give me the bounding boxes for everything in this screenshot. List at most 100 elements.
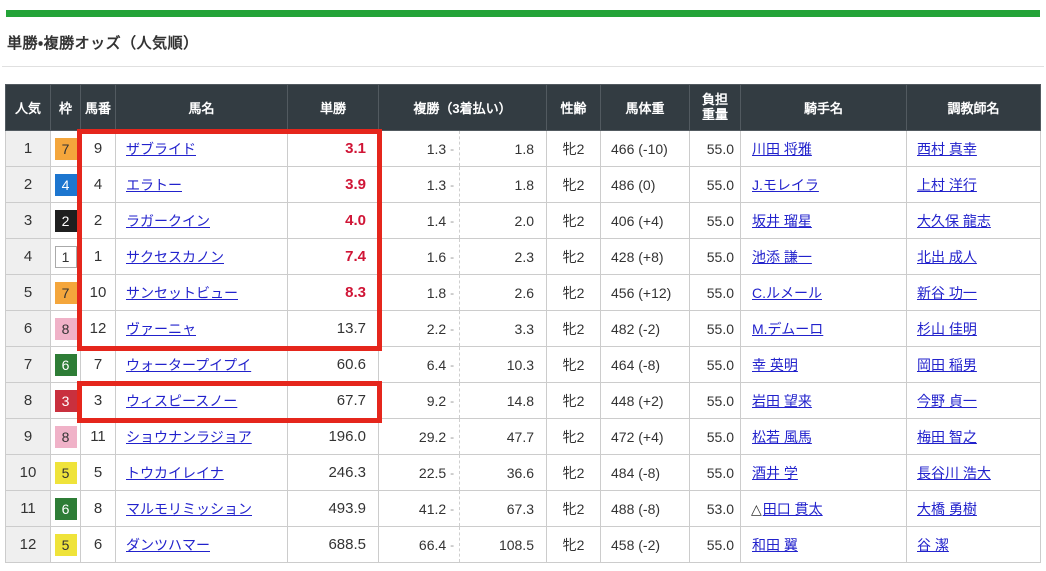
place-odds-dash: - [450,466,454,480]
jockey-cell: 川田 将雅 [741,131,907,167]
horse-name-link[interactable]: トウカイレイナ [126,465,224,481]
place-odds-low: 22.5 [419,465,446,481]
trainer-link[interactable]: 梅田 智之 [917,429,977,445]
horse-name-link[interactable]: サクセスカノン [126,249,224,265]
col-header-weight: 馬体重 [601,85,690,131]
place-odds-cell: 1.4- 2.0 [379,203,547,239]
jockey-link[interactable]: 松若 風馬 [752,429,812,445]
odds-table-body: 1 7 9 ザブライド 3.1 1.3- 1.8 牝2 466 (-10) 55… [6,131,1041,563]
place-odds-dash: - [450,250,454,264]
sex-age-cell: 牝2 [547,527,601,563]
bracket-cell: 5 [51,527,81,563]
trainer-link[interactable]: 大橋 勇樹 [917,501,977,517]
horse-name-link[interactable]: ウィスピースノー [126,393,237,409]
page-title: 単勝・複勝オッズ（人気順） [7,32,1046,53]
place-odds-cell: 1.3- 1.8 [379,131,547,167]
place-odds-high: 2.6 [459,275,546,310]
table-wrap: 人気 枠 馬番 馬名 単勝 複勝（3着払い） 性齢 馬体重 負担 重量 騎手名 … [5,84,1041,563]
trainer-cell: 梅田 智之 [907,419,1041,455]
jockey-link[interactable]: C.ルメール [752,285,822,301]
trainer-cell: 大橋 勇樹 [907,491,1041,527]
place-odds-cell: 41.2- 67.3 [379,491,547,527]
trainer-link[interactable]: 北出 成人 [917,249,977,265]
horse-name-link[interactable]: ウォータープイプイ [126,357,251,373]
win-odds-cell: 688.5 [288,527,379,563]
win-odds-value: 7.4 [345,248,366,265]
trainer-link[interactable]: 新谷 功一 [917,285,977,301]
impost-cell: 55.0 [690,275,741,311]
sex-age-cell: 牝2 [547,419,601,455]
win-odds-value: 13.7 [337,320,366,337]
trainer-cell: 新谷 功一 [907,275,1041,311]
horse-weight-cell: 488 (-8) [601,491,690,527]
jockey-link[interactable]: 和田 翼 [752,537,798,553]
col-header-win: 単勝 [288,85,379,131]
sex-age-cell: 牝2 [547,239,601,275]
jockey-link[interactable]: M.デムーロ [752,321,823,337]
trainer-link[interactable]: 岡田 稲男 [917,357,977,373]
horse-name-link[interactable]: サンセットビュー [126,285,238,301]
rank-cell: 7 [6,347,51,383]
bracket-badge: 6 [55,498,77,520]
trainer-cell: 西村 真幸 [907,131,1041,167]
bracket-badge: 5 [55,462,77,484]
bracket-cell: 5 [51,455,81,491]
trainer-link[interactable]: 西村 真幸 [917,141,977,157]
place-odds-cell: 2.2- 3.3 [379,311,547,347]
trainer-link[interactable]: 大久保 龍志 [917,213,991,229]
rank-cell: 9 [6,419,51,455]
place-odds-high: 14.8 [459,383,546,418]
place-odds-low: 2.2 [427,321,446,337]
trainer-link[interactable]: 谷 潔 [917,537,949,553]
trainer-link[interactable]: 長谷川 浩大 [917,465,991,481]
horse-number-cell: 12 [81,311,116,347]
table-row: 11 6 8 マルモリミッション 493.9 41.2- 67.3 牝2 488… [6,491,1041,527]
place-odds-cell: 6.4- 10.3 [379,347,547,383]
win-odds-cell: 4.0 [288,203,379,239]
rank-cell: 10 [6,455,51,491]
horse-weight-cell: 482 (-2) [601,311,690,347]
win-odds-value: 246.3 [328,464,366,481]
odds-table-header: 人気 枠 馬番 馬名 単勝 複勝（3着払い） 性齢 馬体重 負担 重量 騎手名 … [6,85,1041,131]
table-row: 3 2 2 ラガークイン 4.0 1.4- 2.0 牝2 406 (+4) 55… [6,203,1041,239]
horse-name-link[interactable]: ザブライド [126,141,196,157]
place-odds-low: 6.4 [427,357,446,373]
trainer-cell: 長谷川 浩大 [907,455,1041,491]
jockey-link[interactable]: 坂井 瑠星 [752,213,812,229]
horse-name-link[interactable]: ダンツハマー [126,537,210,553]
place-odds-high: 1.8 [459,131,546,166]
trainer-link[interactable]: 今野 貞一 [917,393,977,409]
trainer-cell: 大久保 龍志 [907,203,1041,239]
place-odds-dash: - [450,178,454,192]
win-odds-value: 67.7 [337,392,366,409]
jockey-link[interactable]: 岩田 望来 [752,393,812,409]
sex-age-cell: 牝2 [547,311,601,347]
horse-name-link[interactable]: ラガークイン [126,213,210,229]
win-odds-cell: 60.6 [288,347,379,383]
jockey-link[interactable]: J.モレイラ [752,177,819,193]
horse-name-link[interactable]: マルモリミッション [126,501,252,517]
bracket-badge: 5 [55,534,77,556]
horse-name-cell: ザブライド [116,131,288,167]
col-header-place: 複勝（3着払い） [379,85,547,131]
impost-cell: 55.0 [690,455,741,491]
win-odds-cell: 3.1 [288,131,379,167]
jockey-link[interactable]: 幸 英明 [752,357,798,373]
jockey-link[interactable]: 川田 将雅 [752,141,812,157]
horse-name-link[interactable]: ヴァーニャ [126,321,196,337]
win-odds-cell: 493.9 [288,491,379,527]
jockey-link[interactable]: 池添 謙一 [752,249,812,265]
win-odds-cell: 67.7 [288,383,379,419]
jockey-link[interactable]: 酒井 学 [752,465,798,481]
trainer-link[interactable]: 杉山 佳明 [917,321,977,337]
col-header-sexage: 性齢 [547,85,601,131]
impost-cell: 53.0 [690,491,741,527]
trainer-link[interactable]: 上村 洋行 [917,177,977,193]
horse-name-link[interactable]: エラトー [126,177,182,193]
sex-age-cell: 牝2 [547,455,601,491]
rank-cell: 6 [6,311,51,347]
jockey-link[interactable]: 田口 貫太 [763,501,823,517]
place-odds-cell: 9.2- 14.8 [379,383,547,419]
sex-age-cell: 牝2 [547,167,601,203]
horse-name-link[interactable]: ショウナンラジョア [126,429,252,445]
